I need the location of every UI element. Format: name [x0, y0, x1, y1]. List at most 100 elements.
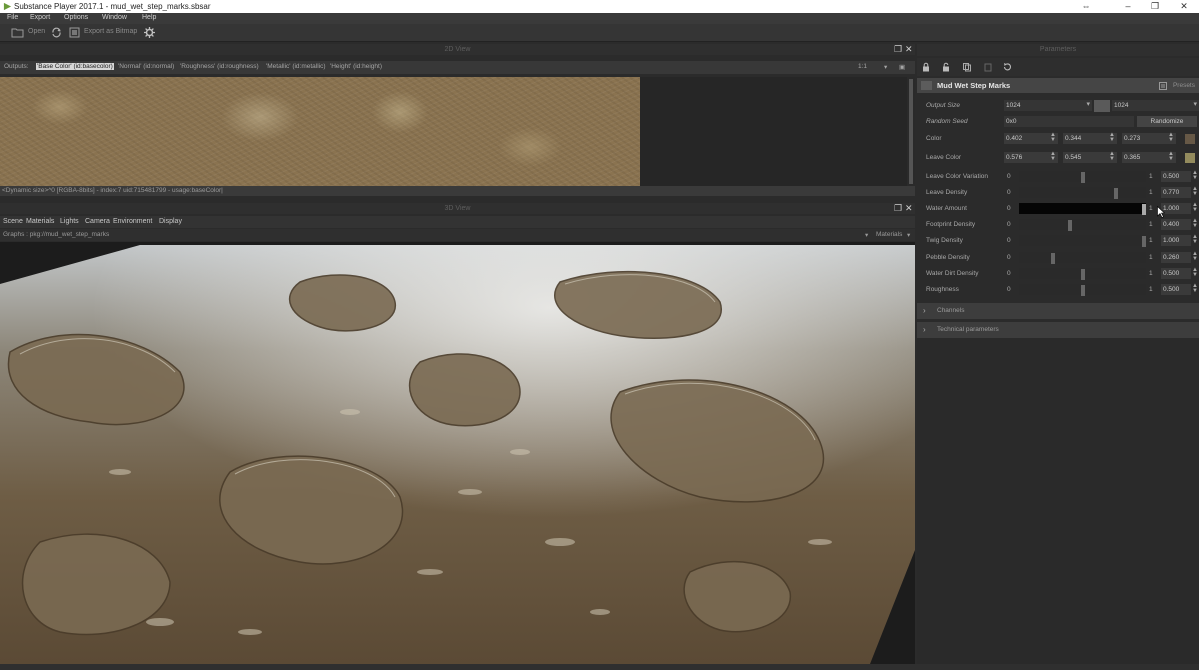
settings-gear-icon[interactable] — [143, 26, 156, 39]
presets-button[interactable]: Presets — [1173, 82, 1195, 89]
slider-value-field[interactable]: 1.000 — [1161, 235, 1191, 246]
randomize-button[interactable]: Randomize — [1137, 116, 1197, 127]
spin-icon[interactable]: ▲ ▼ — [1050, 132, 1056, 143]
close-button[interactable]: ✕ — [1174, 1, 1194, 12]
float-panel-icon[interactable]: ❐ — [894, 203, 902, 214]
spin-icon[interactable]: ▲ ▼ — [1168, 151, 1174, 162]
slider-value-field[interactable]: 0.400 — [1161, 219, 1191, 230]
slider-track[interactable] — [1019, 284, 1146, 296]
slider-track[interactable] — [1019, 219, 1146, 231]
slider-track[interactable] — [1019, 171, 1146, 183]
expand-chevron-icon[interactable]: › — [923, 306, 926, 315]
leave-color-swatch[interactable] — [1185, 153, 1195, 163]
output-size-width[interactable]: 1024 ▾ — [1004, 100, 1092, 111]
slider-value-field[interactable]: 0.770 — [1161, 187, 1191, 198]
slider-value-field[interactable]: 1.000 — [1161, 203, 1191, 214]
slider-handle[interactable] — [1114, 188, 1118, 199]
slider-handle[interactable] — [1068, 220, 1072, 231]
viewport-3d[interactable] — [0, 242, 915, 664]
menu-help[interactable]: Help — [142, 14, 156, 21]
materials-dropdown[interactable]: Materials — [876, 231, 902, 238]
unlock-icon[interactable] — [941, 62, 951, 72]
copy-params-icon[interactable] — [962, 62, 972, 72]
menu-export[interactable]: Export — [30, 14, 50, 21]
section-technical-parameters[interactable]: › Technical parameters — [917, 322, 1199, 338]
leave-color-r-field[interactable]: 0.576 ▲ ▼ — [1004, 151, 1058, 163]
output-tab-height[interactable]: 'Height' (id:height) — [330, 63, 382, 70]
slider-handle[interactable] — [1142, 236, 1146, 247]
graph-dropdown-icon[interactable]: ▾ — [865, 231, 868, 239]
view2d-options-icon[interactable]: ▣ — [899, 63, 905, 71]
menu3d-camera[interactable]: Camera — [85, 218, 110, 225]
menu3d-materials[interactable]: Materials — [26, 218, 54, 225]
section-channels[interactable]: › Channels — [917, 303, 1199, 319]
menu3d-lights[interactable]: Lights — [60, 218, 79, 225]
presets-icon[interactable] — [1159, 82, 1167, 90]
graph-title-bar[interactable]: Mud Wet Step Marks Presets — [917, 78, 1199, 93]
spin-icon[interactable]: ▲ ▼ — [1192, 267, 1198, 278]
output-tab-basecolor[interactable]: 'Base Color' (id:basecolor) — [36, 63, 114, 70]
color-b-field[interactable]: 0.273 ▲ ▼ — [1122, 132, 1176, 144]
menu3d-environment[interactable]: Environment — [113, 218, 152, 225]
open-button[interactable]: Open — [28, 28, 45, 35]
slider-track[interactable] — [1019, 187, 1146, 199]
leave-color-g-field[interactable]: 0.545 ▲ ▼ — [1063, 151, 1117, 163]
paste-params-icon[interactable] — [983, 62, 993, 72]
spin-icon[interactable]: ▲ ▼ — [1192, 283, 1198, 294]
slider-track[interactable] — [1019, 252, 1146, 264]
open-folder-icon[interactable] — [11, 27, 24, 38]
slider-value-field[interactable]: 0.500 — [1161, 268, 1191, 279]
slider-handle[interactable] — [1081, 285, 1085, 296]
color-g-field[interactable]: 0.344 ▲ ▼ — [1063, 132, 1117, 144]
resize-icon[interactable]: ⇔ — [1076, 1, 1096, 11]
output-tab-metallic[interactable]: 'Metallic' (id:metallic) — [266, 63, 326, 70]
view2d-scrollbar[interactable] — [907, 77, 915, 186]
reset-icon[interactable] — [1002, 62, 1012, 72]
menu3d-display[interactable]: Display — [159, 218, 182, 225]
spin-icon[interactable]: ▲ ▼ — [1109, 132, 1115, 143]
slider-track[interactable] — [1019, 268, 1146, 280]
slider-value-field[interactable]: 0.260 — [1161, 252, 1191, 263]
restore-button[interactable]: ❐ — [1145, 1, 1165, 12]
link-size-toggle[interactable] — [1094, 100, 1110, 112]
export-bitmap-icon[interactable] — [69, 27, 80, 38]
spin-icon[interactable]: ▲ ▼ — [1192, 186, 1198, 197]
spin-icon[interactable]: ▲ ▼ — [1192, 218, 1198, 229]
spin-icon[interactable]: ▲ ▼ — [1192, 202, 1198, 213]
slider-value-field[interactable]: 0.500 — [1161, 171, 1191, 182]
slider-track[interactable] — [1019, 235, 1146, 247]
materials-dropdown-icon[interactable]: ▾ — [907, 231, 910, 239]
output-size-height[interactable]: 1024 ▾ — [1112, 100, 1199, 111]
slider-handle[interactable] — [1081, 269, 1085, 280]
export-bitmap-button[interactable]: Export as Bitmap — [84, 28, 137, 35]
slider-handle[interactable] — [1081, 172, 1085, 183]
menu-file[interactable]: File — [7, 14, 18, 21]
output-tab-normal[interactable]: 'Normal' (id:normal) — [118, 63, 174, 70]
slider-track[interactable] — [1019, 203, 1146, 215]
slider-handle[interactable] — [1051, 253, 1055, 264]
spin-icon[interactable]: ▲ ▼ — [1192, 170, 1198, 181]
minimize-button[interactable]: – — [1118, 1, 1138, 11]
menu3d-scene[interactable]: Scene — [3, 218, 23, 225]
spin-icon[interactable]: ▲ ▼ — [1050, 151, 1056, 162]
spin-icon[interactable]: ▲ ▼ — [1168, 132, 1174, 143]
spin-icon[interactable]: ▲ ▼ — [1109, 151, 1115, 162]
menu-window[interactable]: Window — [102, 14, 127, 21]
expand-chevron-icon[interactable]: › — [923, 325, 926, 334]
spin-icon[interactable]: ▲ ▼ — [1192, 234, 1198, 245]
refresh-icon[interactable] — [51, 27, 62, 38]
random-seed-field[interactable]: 0x0 — [1004, 116, 1134, 127]
texture-preview-2d[interactable] — [0, 77, 640, 186]
color-r-field[interactable]: 0.402 ▲ ▼ — [1004, 132, 1058, 144]
slider-value-field[interactable]: 0.500 — [1161, 284, 1191, 295]
menu-options[interactable]: Options — [64, 14, 88, 21]
output-tab-roughness[interactable]: 'Roughness' (id:roughness) — [180, 63, 259, 70]
color-swatch[interactable] — [1185, 134, 1195, 144]
spin-icon[interactable]: ▲ ▼ — [1192, 251, 1198, 262]
float-panel-icon[interactable]: ❐ — [894, 44, 902, 55]
zoom-select[interactable]: 1:1 — [858, 63, 867, 70]
collapse-graph-icon[interactable] — [921, 81, 932, 90]
close-panel-icon[interactable]: ✕ — [905, 203, 913, 214]
leave-color-b-field[interactable]: 0.365 ▲ ▼ — [1122, 151, 1176, 163]
lock-icon[interactable] — [921, 62, 931, 72]
